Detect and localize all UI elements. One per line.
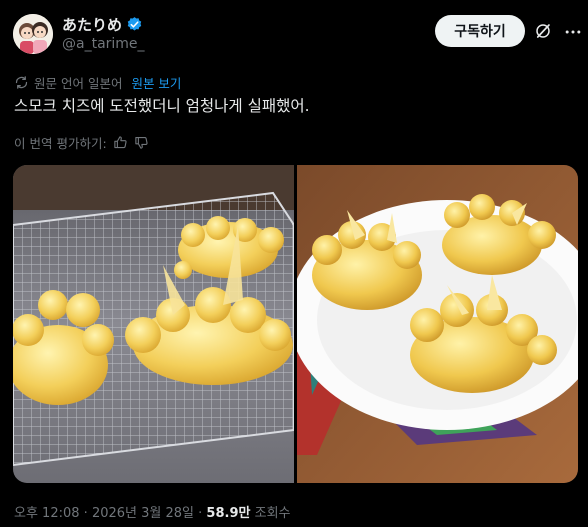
tweet-meta: 오후 12:08 · 2026년 3월 28일 · 58.9만 조회수 [14, 502, 291, 521]
thumbs-down-icon[interactable] [134, 135, 149, 150]
thumbs-up-icon[interactable] [113, 135, 128, 150]
translate-icon [15, 76, 28, 89]
show-original-link[interactable]: 원본 보기 [131, 73, 181, 92]
avatar-illustration [13, 14, 53, 54]
photo-cheese-on-rack[interactable] [13, 165, 294, 483]
subscribe-button[interactable]: 구독하기 [435, 15, 525, 47]
meta-separator: · [83, 506, 88, 521]
verified-badge-icon [127, 17, 142, 31]
tweet-text: 스모크 치즈에 도전했더니 엄청나게 실패했어. [14, 97, 310, 115]
meta-separator: · [198, 506, 203, 521]
views-count: 58.9만 [206, 506, 251, 521]
translation-info: 원문 언어 일본어 원본 보기 [14, 73, 181, 92]
rate-translation-label: 이 번역 평가하기: [14, 136, 107, 151]
photo-cheese-on-plate[interactable] [297, 165, 578, 483]
more-options-icon[interactable] [563, 22, 583, 42]
tweet-date[interactable]: 2026년 3월 28일 [92, 506, 194, 521]
views-label: 조회수 [254, 506, 291, 521]
display-name-row[interactable]: あたりめ [62, 14, 143, 35]
rate-translation: 이 번역 평가하기: [14, 133, 149, 152]
handle[interactable]: @a_tarime_ [62, 36, 145, 52]
tweet-media[interactable] [13, 165, 578, 483]
grok-icon[interactable] [534, 22, 552, 40]
display-name[interactable]: あたりめ [62, 14, 122, 35]
tweet-time[interactable]: 오후 12:08 [14, 506, 80, 521]
avatar[interactable] [13, 14, 53, 54]
translated-from-label: 원문 언어 일본어 [34, 76, 123, 91]
